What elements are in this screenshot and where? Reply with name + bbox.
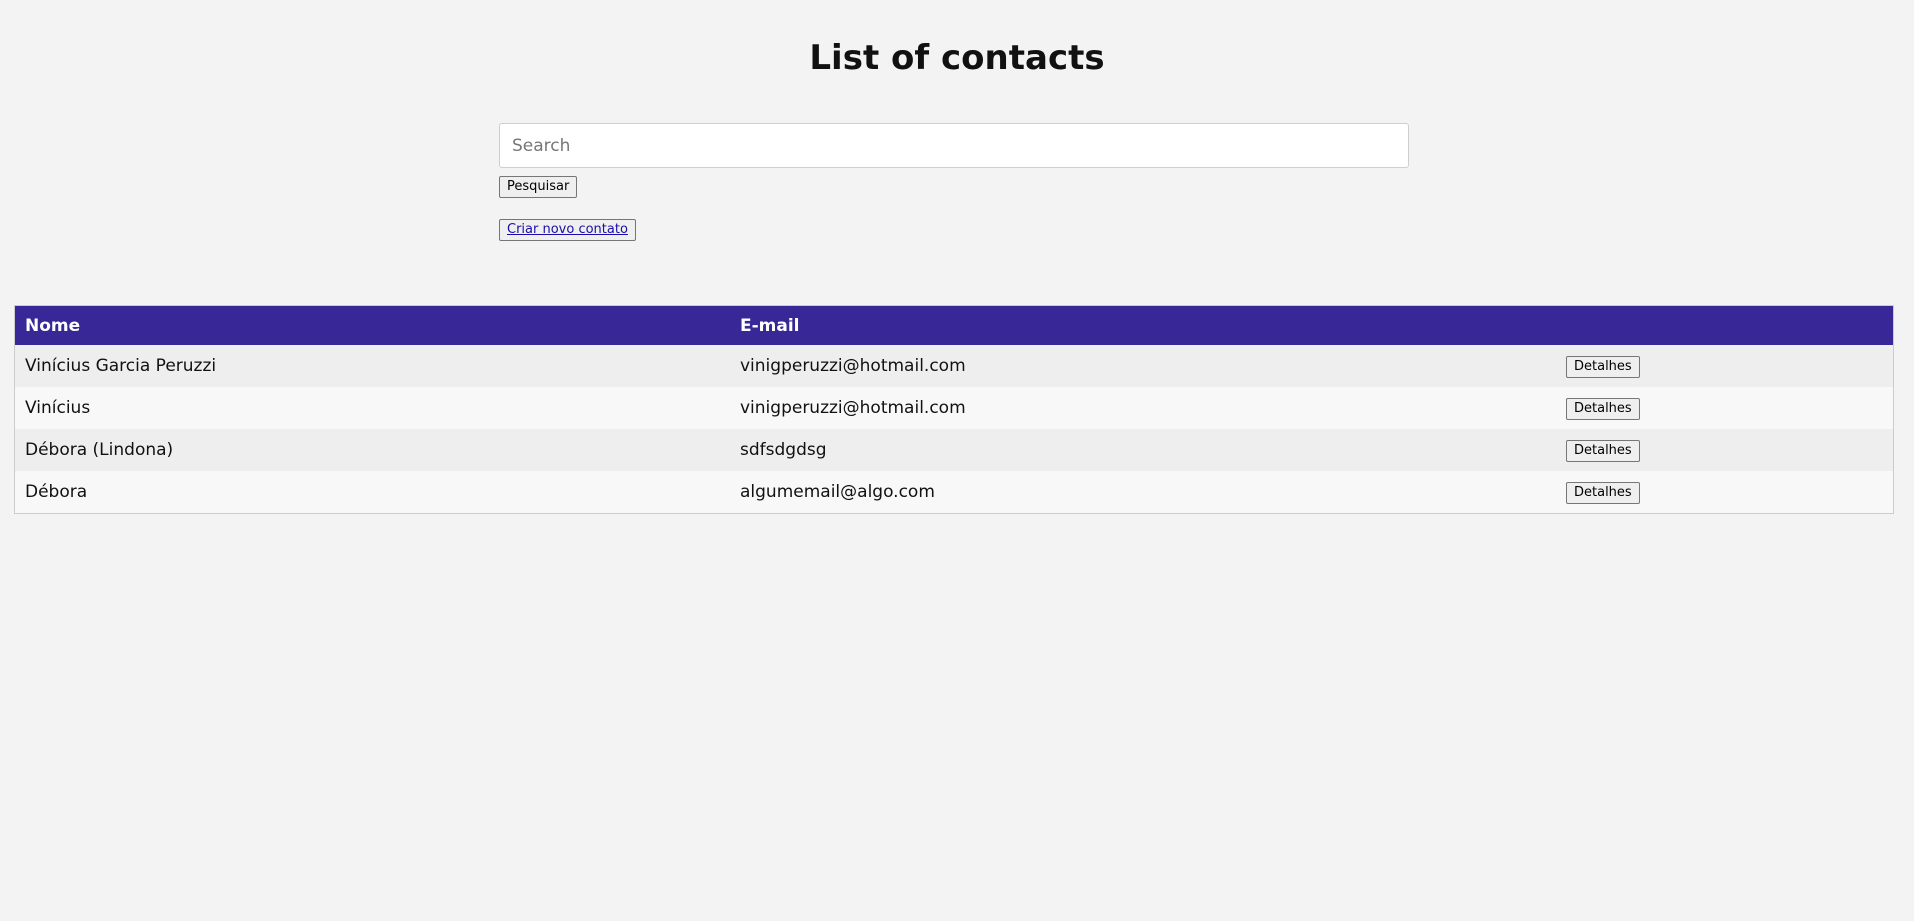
- table-header-row: Nome E-mail: [14, 305, 1894, 345]
- details-button[interactable]: Detalhes: [1566, 355, 1640, 378]
- create-contact-link[interactable]: Criar novo contato: [507, 222, 628, 237]
- contact-name: Vinícius Garcia Peruzzi: [25, 356, 217, 376]
- search-input[interactable]: [499, 123, 1409, 168]
- column-header-actions: [1556, 305, 1894, 345]
- contact-name: Vinícius: [25, 398, 91, 418]
- contact-name: Débora: [25, 482, 88, 502]
- details-button[interactable]: Detalhes: [1566, 481, 1640, 504]
- table-row: Vinícius vinigperuzzi@hotmail.com Detalh…: [14, 387, 1894, 429]
- table-row: Débora (Lindona) sdfsdgdsg Detalhes: [14, 429, 1894, 471]
- details-cell: Detalhes: [1556, 471, 1894, 514]
- page-title: List of contacts: [809, 38, 1105, 78]
- contact-email: vinigperuzzi@hotmail.com: [740, 356, 966, 376]
- details-button[interactable]: Detalhes: [1566, 397, 1640, 420]
- table-row: Vinícius Garcia Peruzzi vinigperuzzi@hot…: [14, 345, 1894, 387]
- contact-email: algumemail@algo.com: [740, 482, 935, 502]
- create-contact-button[interactable]: Criar novo contato: [499, 219, 636, 241]
- details-button[interactable]: Detalhes: [1566, 439, 1640, 462]
- contact-email: sdfsdgdsg: [740, 440, 827, 460]
- details-cell: Detalhes: [1556, 387, 1894, 429]
- details-cell: Detalhes: [1556, 345, 1894, 387]
- contact-email: vinigperuzzi@hotmail.com: [740, 398, 966, 418]
- details-cell: Detalhes: [1556, 429, 1894, 471]
- contact-name: Débora (Lindona): [25, 440, 174, 460]
- column-header-name: Nome: [14, 305, 730, 345]
- contacts-table: Nome E-mail Vinícius Garcia Peruzzi vini…: [14, 305, 1894, 514]
- column-header-email: E-mail: [730, 305, 1556, 345]
- search-button[interactable]: Pesquisar: [499, 176, 578, 198]
- table-row: Débora algumemail@algo.com Detalhes: [14, 471, 1894, 514]
